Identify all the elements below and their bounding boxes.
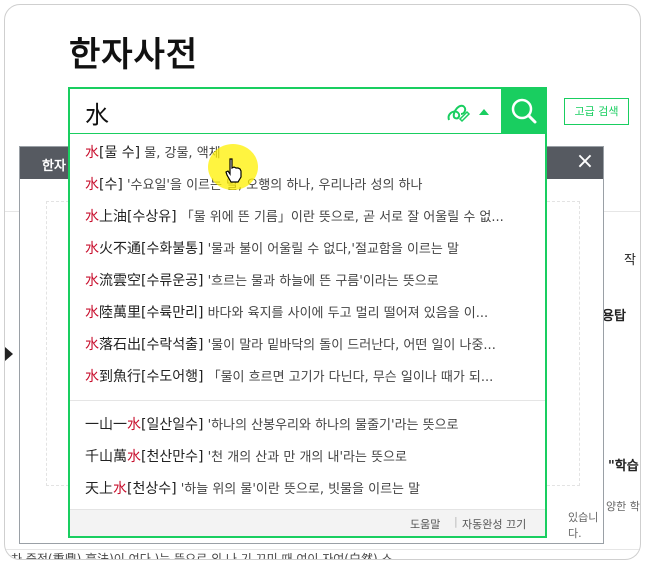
prev-arrow-icon[interactable] xyxy=(5,347,13,361)
item-reading: [수류운공] xyxy=(141,273,204,289)
item-desc: '하나의 산봉우리와 하나의 물줄기'라는 뜻으로 xyxy=(207,418,459,433)
item-reading: [물 수] xyxy=(99,145,141,161)
item-hanja-suffix: 陸萬里 xyxy=(99,305,141,321)
hand-cursor-icon xyxy=(225,158,242,183)
item-desc: '수요일'을 이르는 말, 오행의 하나, 우리나라 성의 하나 xyxy=(126,178,423,193)
dialog-notice: 있습니다. xyxy=(568,511,599,540)
app-window: 한자사전 작 용탑 "학습 양한 학 차 중정(重鼎) 高法)이 여다 )는 뜻… xyxy=(4,4,641,560)
item-hanja-suffix: 上油 xyxy=(99,209,127,225)
autocomplete-dropdown: 水[물 수] 물, 강물, 액체 水[수] '수요일'을 이르는 말, 오행의 하… xyxy=(68,134,547,538)
item-hanja: 水 xyxy=(85,241,99,257)
autocomplete-item[interactable]: 千山萬水[천산만수] '천 개의 산과 만 개의 내'라는 뜻으로 xyxy=(85,446,535,466)
item-reading: [수화불통] xyxy=(141,241,204,257)
item-desc: '천 개의 산과 만 개의 내'라는 뜻으로 xyxy=(207,450,407,465)
item-hanja-suffix: 落石出 xyxy=(99,337,141,353)
item-desc: '하늘 위의 물'이란 뜻으로, 빗물을 이르는 말 xyxy=(180,482,421,497)
item-hanja: 水 xyxy=(85,369,99,385)
item-reading: [수륙만리] xyxy=(141,305,204,321)
item-hanja: 水 xyxy=(85,209,99,225)
autocomplete-footer: 도움말 | 자동완성 끄기 xyxy=(70,509,545,536)
item-hanja: 水 xyxy=(127,417,141,433)
item-reading: [수도어행] xyxy=(141,369,204,385)
side-text: 작 xyxy=(624,253,636,268)
search-input-value: 水 xyxy=(85,101,109,129)
page-title: 한자사전 xyxy=(69,35,199,75)
side-heading: 용탑 xyxy=(602,309,626,324)
help-link[interactable]: 도움말 xyxy=(410,516,440,532)
autocomplete-item[interactable]: 水上油[수상유] 「물 위에 뜬 기름」이란 뜻으로, 곧 서로 잘 어울릴 수… xyxy=(85,206,535,226)
item-hanja: 水 xyxy=(85,273,99,289)
autocomplete-item[interactable]: 水陸萬里[수륙만리] 바다와 육지를 사이에 두고 멀리 떨어져 있음을 이..… xyxy=(85,302,535,322)
autocomplete-item[interactable]: 水[수] '수요일'을 이르는 말, 오행의 하나, 우리나라 성의 하나 xyxy=(85,174,535,194)
side-text: "학습 xyxy=(608,459,639,474)
divider xyxy=(70,400,545,401)
autocomplete-item[interactable]: 水流雲空[수류운공] '흐르는 물과 하늘에 뜬 구름'이라는 뜻으로 xyxy=(85,270,535,290)
item-hanja: 水 xyxy=(85,145,99,161)
separator: | xyxy=(454,515,458,528)
autocomplete-off-link[interactable]: 자동완성 끄기 xyxy=(462,516,526,532)
handwriting-icon[interactable] xyxy=(445,100,471,124)
search-button[interactable] xyxy=(501,87,547,135)
autocomplete-item[interactable]: 水[물 수] 물, 강물, 액체 xyxy=(85,142,535,162)
item-reading: [일산일수] xyxy=(141,417,204,433)
item-hanja-prefix: 天上 xyxy=(85,481,113,497)
close-icon[interactable]: × xyxy=(573,151,597,175)
item-hanja: 水 xyxy=(113,481,127,497)
item-hanja-suffix: 火不通 xyxy=(99,241,141,257)
item-hanja-prefix: 千山萬 xyxy=(85,449,127,465)
item-reading: [수상유] xyxy=(127,209,177,225)
autocomplete-item[interactable]: 天上水[천상수] '하늘 위의 물'이란 뜻으로, 빗물을 이르는 말 xyxy=(85,478,535,498)
bottom-text: 차 중정(重鼎) 高法)이 여다 )는 뜻으로 외 나 기 끄미 때 여이 자여… xyxy=(11,552,393,560)
item-reading: [천상수] xyxy=(127,481,177,497)
item-reading: [천산만수] xyxy=(141,449,204,465)
item-desc: 「물이 흐르면 고기가 다닌다, 무슨 일이나 때가 되... xyxy=(207,370,494,385)
item-desc: '흐르는 물과 하늘에 뜬 구름'이라는 뜻으로 xyxy=(207,274,439,289)
autocomplete-item[interactable]: 水火不通[수화불통] '물과 불이 어울릴 수 없다,'절교함을 이르는 말 xyxy=(85,238,535,258)
side-text: 양한 학 xyxy=(606,500,640,513)
advanced-search-button[interactable]: 고급 검색 xyxy=(564,98,629,125)
item-hanja: 水 xyxy=(85,305,99,321)
item-hanja: 水 xyxy=(85,177,99,193)
item-desc: 「물 위에 뜬 기름」이란 뜻으로, 곧 서로 잘 어울릴 수 없... xyxy=(180,210,504,225)
autocomplete-item[interactable]: 水落石出[수락석출] '물이 말라 밑바닥의 돌이 드러난다, 어떤 일이 나중… xyxy=(85,334,535,354)
search-icon xyxy=(511,98,537,124)
item-hanja-prefix: 一山一 xyxy=(85,417,127,433)
item-desc: 바다와 육지를 사이에 두고 멀리 떨어져 있음을 이... xyxy=(207,306,489,321)
item-reading: [수락석출] xyxy=(141,337,204,353)
item-reading: [수] xyxy=(99,177,123,193)
search-input[interactable]: 水 xyxy=(68,87,503,135)
item-hanja-suffix: 流雲空 xyxy=(99,273,141,289)
item-hanja-suffix: 到魚行 xyxy=(99,369,141,385)
autocomplete-item[interactable]: 一山一水[일산일수] '하나의 산봉우리와 하나의 물줄기'라는 뜻으로 xyxy=(85,414,535,434)
item-hanja: 水 xyxy=(85,337,99,353)
item-desc: '물이 말라 밑바닥의 돌이 드러난다, 어떤 일이 나중... xyxy=(207,338,496,353)
collapse-caret-icon[interactable] xyxy=(479,109,489,115)
item-hanja: 水 xyxy=(127,449,141,465)
autocomplete-item[interactable]: 水到魚行[수도어행] 「물이 흐르면 고기가 다닌다, 무슨 일이나 때가 되.… xyxy=(85,366,535,386)
item-desc: '물과 불이 어울릴 수 없다,'절교함을 이르는 말 xyxy=(207,242,459,257)
